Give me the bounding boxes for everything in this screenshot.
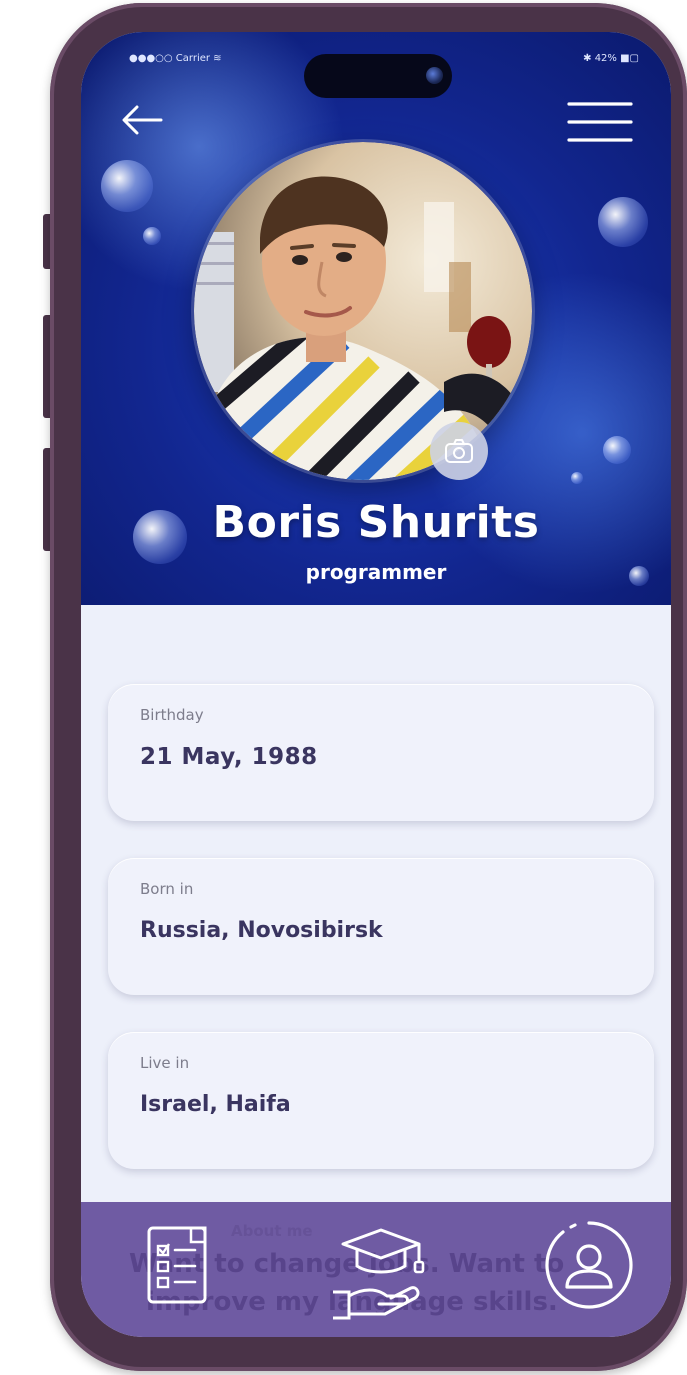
checklist-icon: [147, 1226, 207, 1304]
front-camera: [426, 67, 443, 84]
arrow-left-icon: [122, 105, 163, 135]
decor-bubble: [101, 160, 153, 212]
decor-bubble: [598, 197, 648, 247]
phone-screen: ●●●○○ Carrier ≋ ✱ 42% ■▢ Boris Shurits p…: [81, 32, 671, 1337]
birthday-card[interactable]: Birthday 21 May, 1988: [108, 684, 654, 821]
profile-role: programmer: [305, 560, 447, 584]
nav-profile-button[interactable]: [543, 1219, 635, 1311]
carrier-status: ●●●○○ Carrier ≋: [129, 53, 222, 64]
change-photo-button[interactable]: [430, 422, 488, 480]
nav-education-button[interactable]: [329, 1222, 429, 1322]
nav-tasks-button[interactable]: [145, 1216, 215, 1310]
education-hand-icon: [333, 1228, 425, 1320]
birthday-label: Birthday: [140, 706, 204, 724]
birthplace-label: Born in: [140, 880, 194, 898]
camera-icon: [445, 439, 473, 463]
birthplace-value: Russia, Novosibirsk: [140, 918, 383, 943]
profile-header: ●●●○○ Carrier ≋ ✱ 42% ■▢ Boris Shurits p…: [81, 32, 671, 605]
profile-name: Boris Shurits: [212, 497, 540, 548]
battery-status: ✱ 42% ■▢: [583, 53, 639, 64]
dynamic-island: [304, 54, 452, 98]
decor-bubble: [571, 472, 583, 484]
hamburger-menu-icon: [567, 102, 633, 142]
back-button[interactable]: [117, 98, 167, 142]
residence-card[interactable]: Live in Israel, Haifa: [108, 1032, 654, 1169]
user-profile-icon: [545, 1221, 633, 1309]
decor-bubble: [143, 227, 161, 245]
menu-button[interactable]: [565, 98, 635, 146]
birthday-value: 21 May, 1988: [140, 744, 318, 770]
birthplace-card[interactable]: Born in Russia, Novosibirsk: [108, 858, 654, 995]
residence-label: Live in: [140, 1054, 190, 1072]
about-label: About me: [231, 1222, 313, 1240]
residence-value: Israel, Haifa: [140, 1092, 291, 1117]
profile-photo[interactable]: [194, 142, 532, 480]
decor-bubble: [603, 436, 631, 464]
person-photo-illustration: [194, 142, 532, 480]
